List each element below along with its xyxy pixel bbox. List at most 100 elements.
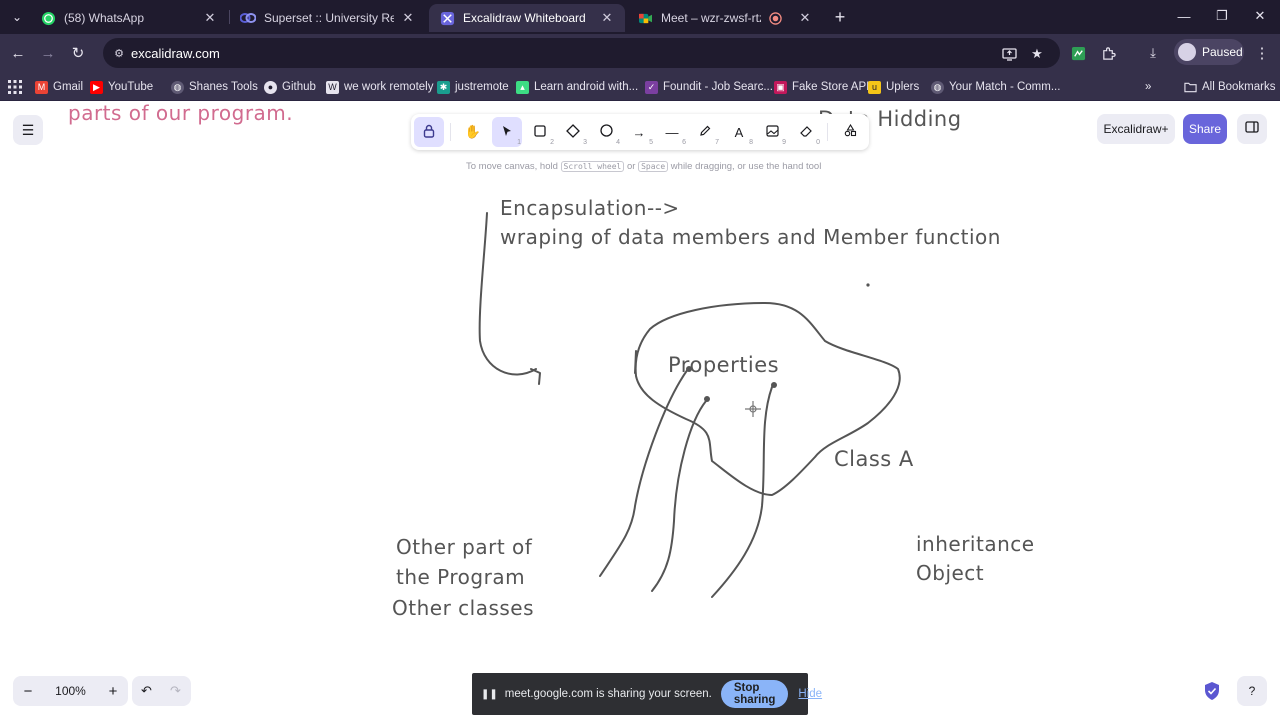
bookmark-shanes-tools[interactable]: ◍ Shanes Tools	[171, 77, 258, 97]
bookmark-label: Uplers	[886, 81, 920, 93]
main-menu-button[interactable]: ☰	[13, 115, 43, 145]
pause-icon: ❚❚	[481, 688, 498, 700]
arrow-tool-button[interactable]: → 5	[624, 117, 654, 147]
help-button[interactable]: ?	[1237, 676, 1267, 706]
hand-tool-button[interactable]: ✋	[458, 117, 488, 147]
bookmark-learn-android[interactable]: ▴ Learn android with...	[516, 77, 638, 97]
minimize-button[interactable]: —	[1172, 5, 1196, 27]
extra-tools-button[interactable]	[835, 117, 865, 147]
share-button[interactable]: Share	[1183, 114, 1227, 144]
zoom-out-button[interactable]: −	[13, 676, 43, 706]
sidebar-toggle-button[interactable]	[1237, 114, 1267, 144]
text-the-program[interactable]: the Program	[396, 565, 525, 589]
share-message: meet.google.com is sharing your screen.	[504, 688, 712, 700]
tab-whatsapp[interactable]: (58) WhatsApp ✕	[30, 4, 228, 32]
bookmark-justremote[interactable]: ✱ justremote	[437, 77, 509, 97]
zoom-level[interactable]: 100%	[43, 684, 98, 698]
hint-key: Scroll wheel	[560, 161, 625, 172]
pointer-icon	[502, 125, 512, 140]
github-icon: ●	[264, 80, 277, 94]
draw-tool-button[interactable]: 7	[690, 117, 720, 147]
extensions-puzzle-icon[interactable]	[1100, 45, 1116, 61]
close-icon[interactable]: ✕	[400, 10, 416, 26]
image-tool-button[interactable]: 9	[757, 117, 787, 147]
excalidraw-plus-button[interactable]: Excalidraw+	[1097, 114, 1175, 144]
bookmark-star-icon[interactable]: ★	[1029, 46, 1045, 62]
site-info-icon[interactable]: ⚙	[112, 46, 126, 60]
zoom-controls: − 100% +	[13, 676, 128, 706]
bookmark-fake-store-api[interactable]: ▣ Fake Store API	[774, 77, 869, 97]
bookmark-label: Learn android with...	[534, 81, 639, 93]
bookmark-label: Your Match - Comm...	[949, 81, 1061, 93]
close-icon[interactable]: ✕	[599, 10, 615, 26]
bookmark-gmail[interactable]: M Gmail	[35, 77, 83, 97]
rectangle-tool-button[interactable]: 2	[525, 117, 555, 147]
text-tool-button[interactable]: A 8	[724, 117, 754, 147]
reload-button[interactable]: ↻	[66, 41, 90, 65]
forward-button[interactable]: →	[36, 41, 60, 65]
line-tool-button[interactable]: — 6	[657, 117, 687, 147]
youtube-icon: ▶	[90, 80, 103, 94]
blob-tick	[634, 350, 637, 374]
tab-search-button[interactable]: ⌄	[6, 6, 28, 28]
apps-grid-icon[interactable]	[8, 77, 22, 97]
bookmark-your-match[interactable]: ◍ Your Match - Comm...	[931, 77, 1060, 97]
bookmark-foundit[interactable]: ✓ Foundit - Job Searc...	[645, 77, 773, 97]
shapes-icon	[844, 123, 857, 140]
bookmark-label: Fake Store API	[792, 81, 870, 93]
browser-menu-button[interactable]: ⋮	[1250, 41, 1274, 65]
stop-sharing-button[interactable]: Stop sharing	[720, 680, 789, 708]
close-icon[interactable]: ✕	[797, 10, 813, 26]
bookmark-we-work-remotely[interactable]: Wwe work remotely	[326, 77, 433, 97]
shield-icon[interactable]	[1203, 681, 1221, 701]
lock-tool-button[interactable]	[414, 117, 444, 147]
close-icon[interactable]: ✕	[202, 10, 218, 26]
ellipse-tool-button[interactable]: 4	[591, 117, 621, 147]
hide-banner-link[interactable]: Hide	[798, 688, 822, 700]
text-inheritance[interactable]: inheritance	[916, 532, 1035, 556]
undo-button[interactable]: ↶	[132, 676, 161, 706]
globe-icon: ◍	[931, 80, 944, 94]
restore-button[interactable]: ❐	[1210, 5, 1234, 27]
download-icon[interactable]: ⤓	[1145, 45, 1161, 61]
more-bookmarks-chevron-icon[interactable]: »	[1145, 77, 1151, 97]
tab-excalidraw[interactable]: Excalidraw Whiteboard ✕	[429, 4, 625, 32]
all-bookmarks-folder[interactable]: All Bookmarks	[1184, 77, 1276, 97]
text-encapsulation-title[interactable]: Encapsulation-->	[500, 196, 680, 220]
text-parts-of-program[interactable]: parts of our program.	[68, 101, 293, 125]
bookmark-youtube[interactable]: ▶ YouTube	[90, 77, 153, 97]
tab-meet[interactable]: Meet – wzr-zwsf-rtz ✕	[627, 4, 823, 32]
address-bar[interactable]: ⚙ excalidraw.com ★	[103, 38, 1060, 68]
undo-redo-controls: ↶ ↷	[132, 676, 191, 706]
text-other-classes[interactable]: Other classes	[392, 596, 534, 620]
cast-icon[interactable]	[1001, 46, 1017, 62]
close-window-button[interactable]: ✕	[1248, 5, 1272, 27]
excalidraw-canvas[interactable]: parts of our program. Data Hidding Encap…	[0, 101, 1280, 720]
profile-button[interactable]: Paused	[1174, 39, 1244, 65]
text-other-part[interactable]: Other part of	[396, 535, 532, 559]
back-button[interactable]: ←	[6, 41, 30, 65]
text-properties[interactable]: Properties	[668, 353, 779, 377]
fakestore-icon: ▣	[774, 80, 787, 94]
text-class-a[interactable]: Class A	[834, 447, 914, 471]
foundit-icon: ✓	[645, 80, 658, 94]
shortcut-key: 5	[649, 139, 653, 146]
shortcut-key: 0	[816, 139, 820, 146]
toolbar-divider	[827, 123, 828, 141]
text-encapsulation-desc[interactable]: wraping of data members and Member funct…	[500, 225, 1001, 249]
redo-button[interactable]: ↷	[161, 676, 190, 706]
shortcut-key: 8	[749, 139, 753, 146]
tab-superset[interactable]: Superset :: University Recruiting ✕	[230, 4, 426, 32]
bookmark-github[interactable]: ● Github	[264, 77, 316, 97]
text-object[interactable]: Object	[916, 561, 984, 585]
new-tab-button[interactable]: +	[829, 6, 851, 28]
superset-icon	[240, 10, 256, 26]
connector-right-head	[771, 382, 777, 388]
extension-green-icon[interactable]	[1070, 45, 1086, 61]
zoom-in-button[interactable]: +	[98, 676, 128, 706]
eraser-tool-button[interactable]: 0	[791, 117, 821, 147]
diamond-tool-button[interactable]: 3	[558, 117, 588, 147]
shortcut-key: 6	[682, 139, 686, 146]
selection-tool-button[interactable]: 1	[492, 117, 522, 147]
bookmark-uplers[interactable]: u Uplers	[868, 77, 919, 97]
